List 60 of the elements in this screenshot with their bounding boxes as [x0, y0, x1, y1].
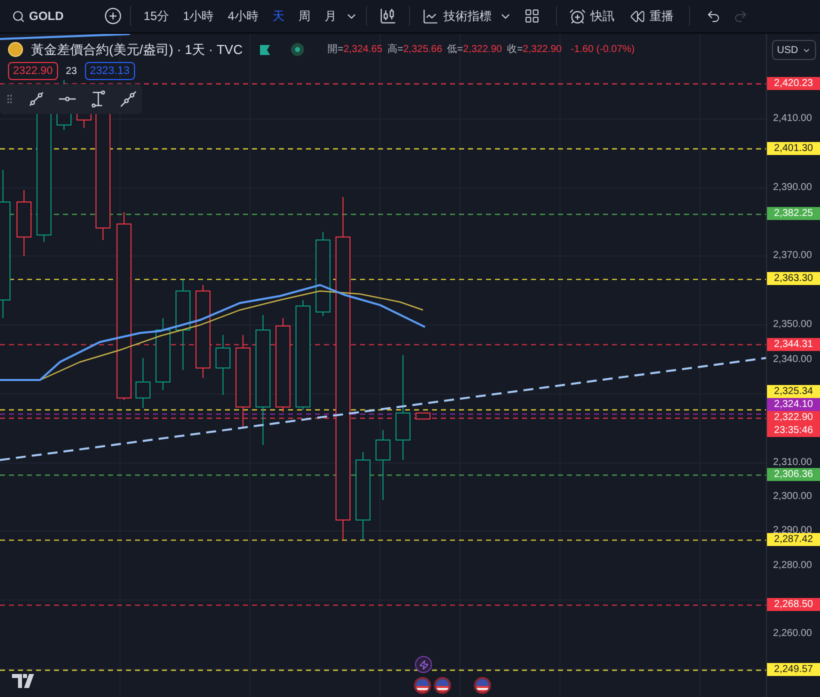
symbol-title: 黃金差價合約(美元/盎司) · 1天 · TVC [31, 41, 243, 59]
alert-button[interactable]: 快訊 [565, 7, 618, 25]
interval-tab[interactable]: 月 [319, 7, 342, 25]
axis-tick-label: 2,350.00 [773, 318, 812, 332]
ohlc-value: 收=2,322.90 [506, 43, 562, 58]
axis-tick-label: 2,370.00 [773, 249, 812, 262]
interval-tab[interactable]: 1小時 [178, 7, 219, 25]
sell-price-button[interactable]: 2322.90 [8, 62, 58, 80]
price-change: -1.60 (-0.07%) [570, 43, 635, 58]
currency-select[interactable]: USD [772, 40, 816, 60]
price-level-value: 2,322.90 [774, 411, 813, 424]
axis-tick-label: 2,300.00 [773, 490, 812, 503]
indicators-button[interactable]: 技術指標 [418, 7, 496, 25]
ohlc-value: 開=2,324.65 [328, 43, 382, 58]
event-marker[interactable] [415, 656, 432, 673]
price-level-value: 2,363.30 [774, 272, 813, 286]
drawing-tool-icon[interactable] [88, 89, 108, 109]
us-flag-icon[interactable] [414, 677, 431, 694]
price-level-value: 2,344.31 [774, 338, 813, 351]
drawing-tool-icon[interactable] [119, 89, 138, 109]
axis-tick-label: 2,340.00 [773, 352, 812, 366]
spread-value: 23 [64, 64, 78, 78]
axis-tick-label: 2,390.00 [773, 180, 812, 194]
candlestick-icon[interactable] [379, 7, 398, 25]
us-flag-icon[interactable] [474, 677, 491, 694]
price-level-value: 2,420.23 [774, 76, 813, 90]
axis-tick-label: 2,260.00 [773, 627, 812, 640]
ohlc-value: 低=2,322.90 [447, 43, 502, 58]
rewind-icon [630, 8, 646, 24]
coin-icon [8, 42, 23, 58]
price-level-value: 2,325.34 [774, 385, 813, 398]
flag-icon[interactable] [258, 44, 271, 56]
interval-tab[interactable]: 15分 [138, 7, 174, 25]
price-level-value: 2,382.25 [774, 207, 813, 220]
us-flag-icon[interactable] [434, 677, 451, 694]
add-symbol-icon[interactable] [104, 7, 122, 25]
ohlc-value: 高=2,325.66 [387, 42, 442, 58]
undo-icon[interactable] [706, 8, 722, 24]
axis-tick-label: 2,310.00 [773, 456, 812, 469]
price-level-value: 2,324.10 [774, 398, 813, 412]
interval-tab[interactable]: 周 [293, 7, 316, 25]
candle [416, 412, 430, 420]
axis-tick-label: 2,280.00 [773, 558, 812, 572]
interval-tab[interactable]: 天 [267, 7, 290, 25]
price-level-value: 2,401.30 [774, 142, 813, 155]
lightning-icon [418, 660, 428, 670]
buy-price-button[interactable]: 2323.13 [84, 62, 135, 80]
price-level-value: 2,249.57 [774, 663, 813, 676]
price-level-value: 2,306.36 [774, 468, 813, 482]
price-level-value: 2,268.50 [774, 598, 813, 612]
axis-tick-label: 2,410.00 [773, 112, 812, 125]
alarm-clock-icon [569, 8, 586, 24]
chart-line-icon [422, 8, 440, 24]
symbol-search-button[interactable]: GOLD [8, 7, 68, 25]
interval-tab[interactable]: 4小時 [222, 7, 264, 25]
drawing-tool-icon[interactable] [27, 89, 46, 109]
grid-icon[interactable] [524, 8, 540, 24]
search-icon [12, 10, 25, 22]
replay-button[interactable]: 重播 [622, 7, 682, 25]
candle-countdown: 23:35:46 [774, 424, 813, 438]
